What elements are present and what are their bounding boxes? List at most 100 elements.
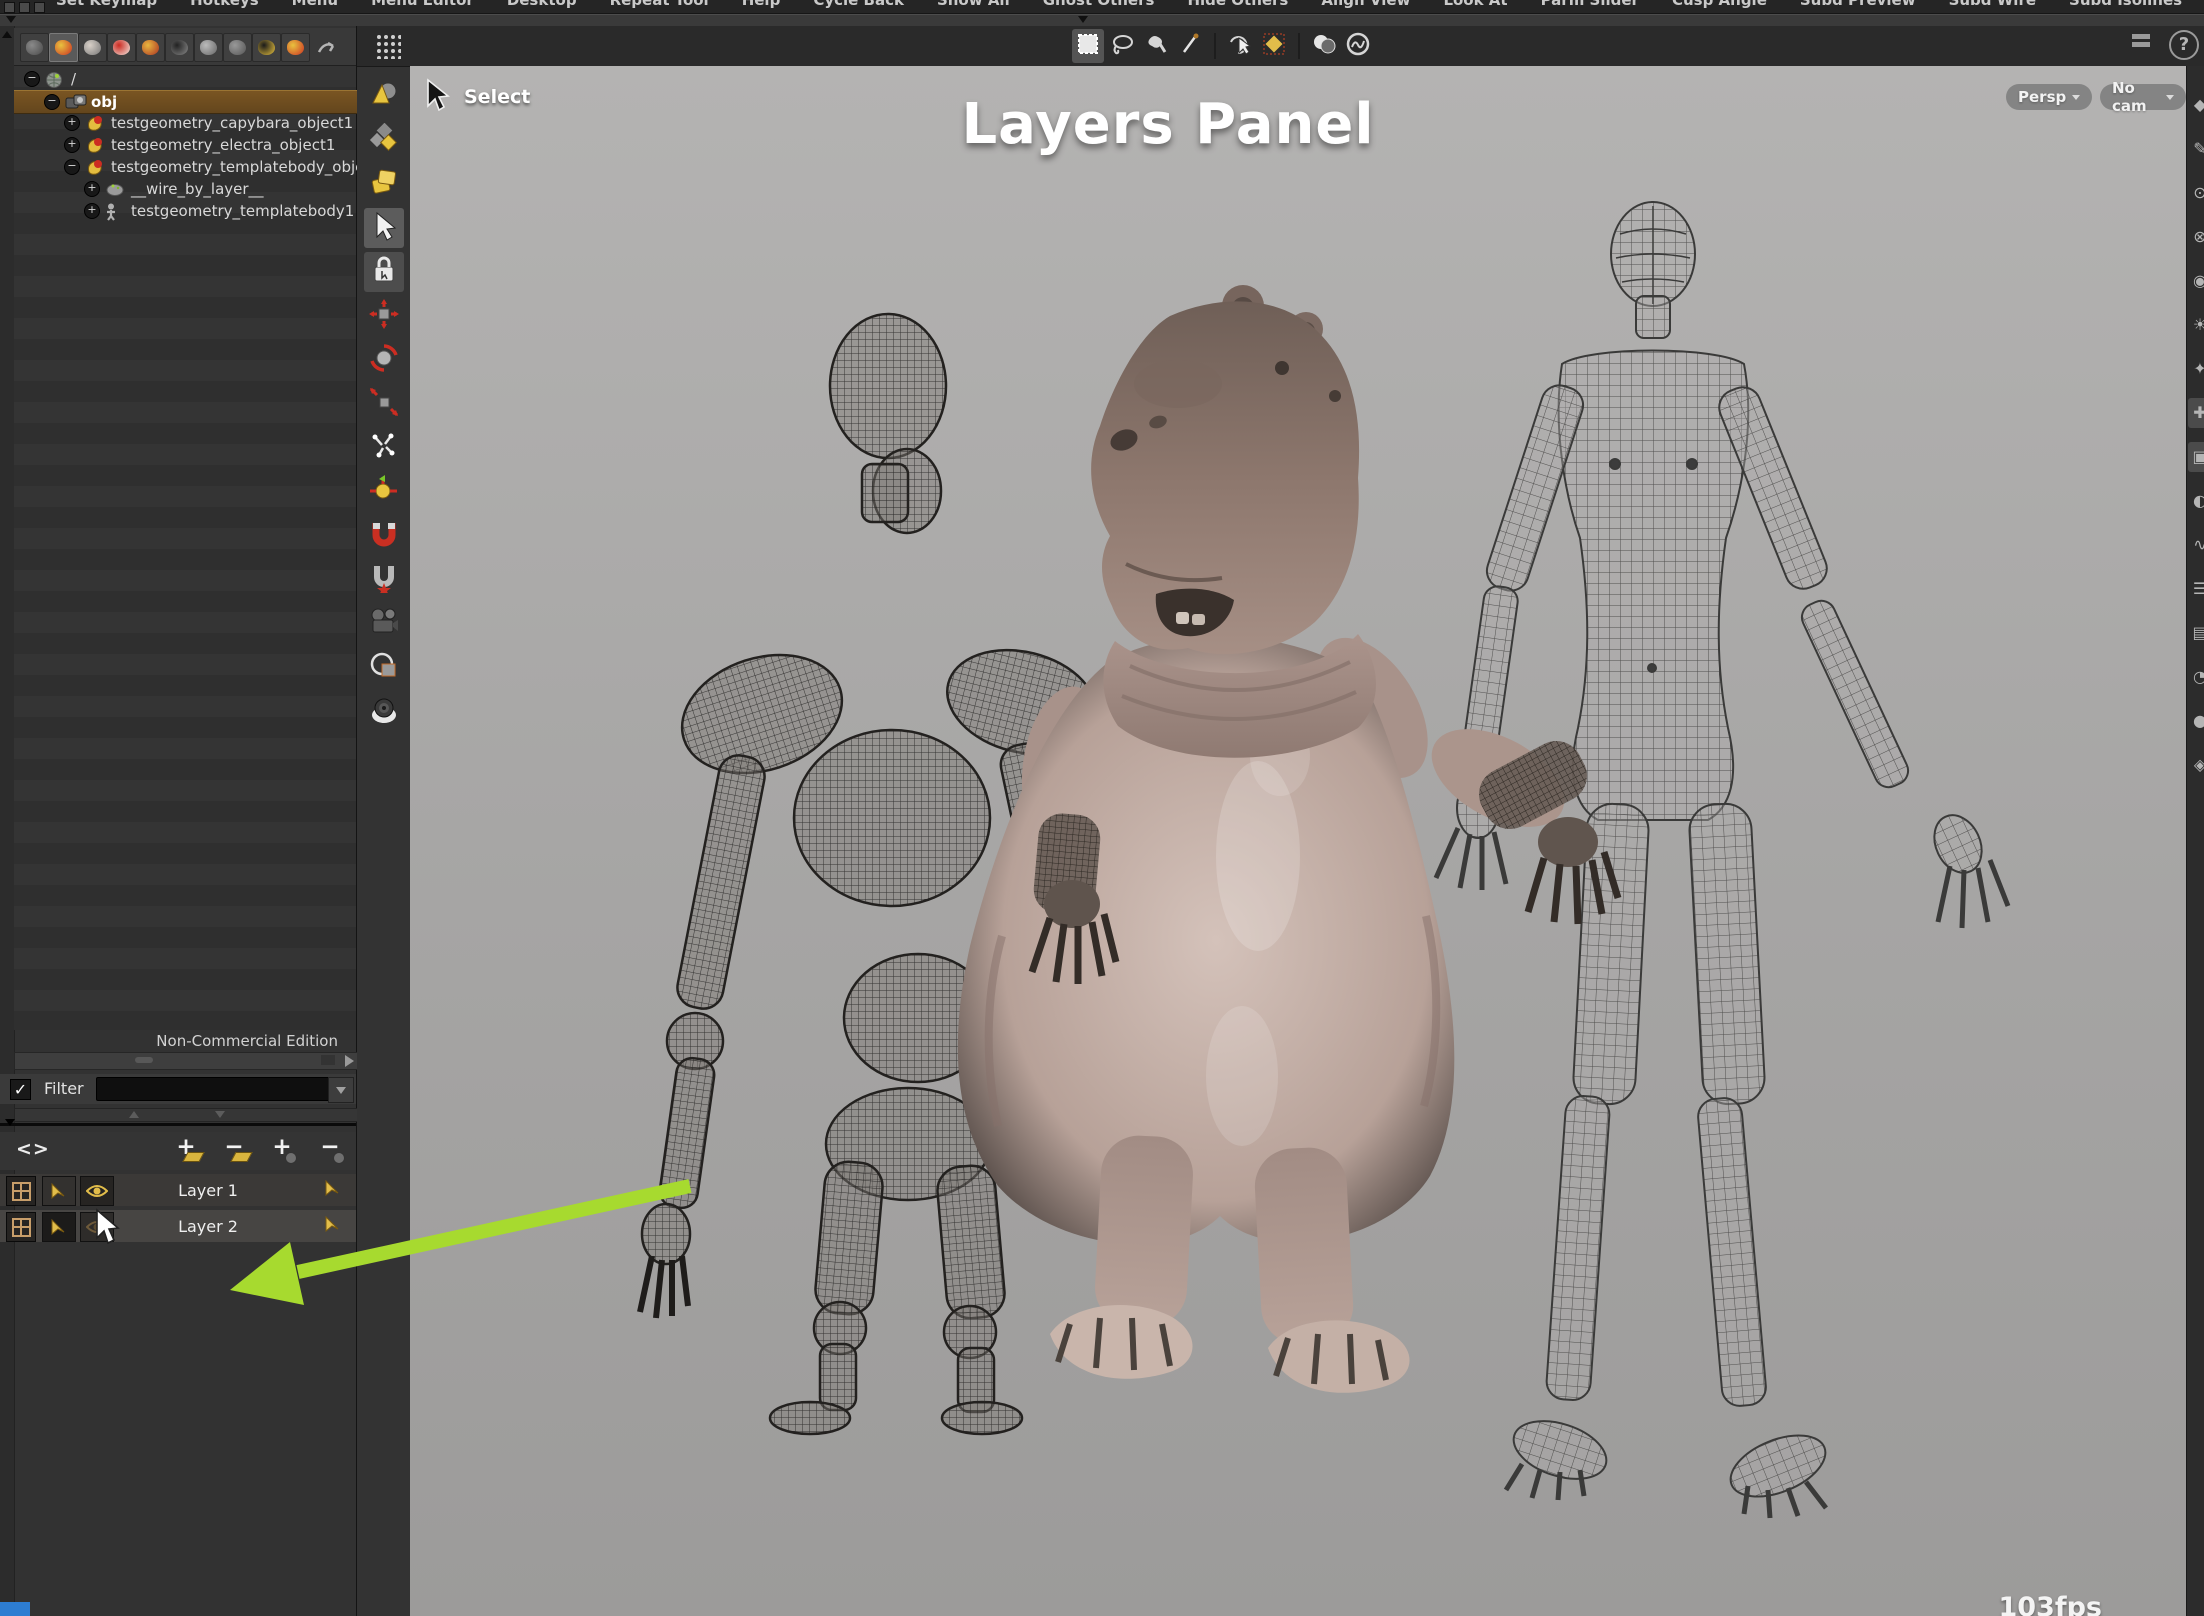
wire-mode-button[interactable] [1342,29,1374,63]
menu-item-look-at[interactable]: Look At [1443,0,1507,9]
display-option-14-icon[interactable]: ● [2188,706,2204,736]
mini-scrollbar[interactable] [14,1108,358,1122]
tree-row-[interactable]: −/ [14,68,366,90]
display-option-11-icon[interactable]: ☰ [2188,574,2204,604]
display-option-6-icon[interactable]: ✦ [2188,354,2204,384]
viewport-3d[interactable]: Select Layers Panel Persp No cam 103fps [410,66,2186,1616]
remove-item-button[interactable]: − [312,1134,348,1166]
snap-mode-button[interactable] [1258,29,1290,63]
menu-item-set-keymap[interactable]: Set Keymap [56,0,157,9]
handle-tool[interactable] [364,76,404,116]
menu-item-hotkeys[interactable]: Hotkeys [190,0,258,9]
menu-item-cusp-angle[interactable]: Cusp Angle [1672,0,1767,9]
filter-input[interactable] [96,1077,332,1101]
filter-dropdown-button[interactable] [328,1077,354,1103]
layer-grid-button[interactable] [6,1176,36,1206]
layer-visibility-toggle[interactable] [80,1176,114,1206]
shelf-tool-shirt[interactable] [136,33,165,62]
pane-menu-caret-icon[interactable] [1078,16,1088,23]
menu-item-hide-others[interactable]: Hide Others [1187,0,1288,9]
layer-boxes-tool[interactable] [364,164,404,204]
display-option-5-icon[interactable]: ☀ [2188,310,2204,340]
menu-item-menu-editor[interactable]: Menu Editor [371,0,474,9]
menu-item-parm-slider[interactable]: Parm Slider [1541,0,1639,9]
snap-magnet-on[interactable] [364,516,404,556]
layer-grid-button[interactable] [6,1212,36,1242]
scroll-up-icon[interactable] [129,1111,139,1118]
shelf-tool-shader-ball[interactable] [223,33,252,62]
tree-row-obj[interactable]: −obj [14,90,386,114]
expander-plus-icon[interactable]: + [64,137,80,153]
view-mask-tool[interactable] [364,648,404,688]
scrollbar-knob[interactable] [135,1057,153,1063]
menu-item-repeat-tool[interactable]: Repeat Tool [610,0,709,9]
layer-expand-arrow-icon[interactable] [324,1216,342,1236]
tree-row-testgeometry-templatebody-object1[interactable]: −testgeometry_templatebody_object1 [14,156,406,178]
box-select-button[interactable] [1072,29,1104,63]
display-option-10-icon[interactable]: ∿ [2188,530,2204,560]
display-option-0-icon[interactable]: ◆ [2188,90,2204,120]
menu-item-align-view[interactable]: Align View [1321,0,1410,9]
perspective-selector[interactable]: Persp [2006,84,2092,110]
shelf-tool-top-hat[interactable] [252,33,281,62]
capybara-model[interactable] [958,285,1618,1393]
scroll-right-icon[interactable] [345,1055,354,1067]
menu-item-menu[interactable]: Menu [292,0,338,9]
display-option-3-icon[interactable]: ⊗ [2188,222,2204,252]
add-layer-button[interactable]: + [168,1134,204,1166]
expander-minus-icon[interactable]: − [44,94,60,110]
menu-item-cycle-back[interactable]: Cycle Back [813,0,904,9]
select-arrow-tool[interactable] [364,208,404,248]
expander-minus-icon[interactable]: − [24,71,40,87]
translate-tool[interactable] [364,296,404,336]
display-option-13-icon[interactable]: ◔ [2188,662,2204,692]
pointer-select-button[interactable] [1224,29,1256,63]
expander-plus-icon[interactable]: + [64,115,80,131]
menu-item-desktop[interactable]: Desktop [507,0,577,9]
laser-select-button[interactable] [1174,29,1206,63]
human-wireframe-model[interactable] [1436,202,2008,1518]
shelf-tool-squab[interactable] [194,33,223,62]
horizontal-scrollbar[interactable] [14,1052,358,1070]
help-icon[interactable]: ? [2169,30,2199,60]
scale-tool[interactable] [364,384,404,424]
display-option-2-icon[interactable]: ⊙ [2188,178,2204,208]
layer-select-button[interactable] [42,1176,76,1206]
lasso-select-button[interactable] [1106,29,1138,63]
shelf-tool-torus[interactable] [165,33,194,62]
code-view-toggle[interactable]: <> [16,1138,50,1160]
pose-transform-tool[interactable] [364,472,404,512]
scrollbar-button[interactable] [321,1055,335,1065]
menu-item-subd-wire[interactable]: Subd Wire [1949,0,2036,9]
rotate-tool[interactable] [364,340,404,380]
bones-tool[interactable] [364,428,404,468]
display-option-7-icon[interactable]: ✚ [2188,398,2204,428]
display-option-8-icon[interactable]: ▣ [2188,442,2204,472]
display-option-1-icon[interactable]: ✎ [2188,134,2204,164]
shelf-tool-bone[interactable] [78,33,107,62]
display-option-9-icon[interactable]: ◐ [2188,486,2204,516]
shade-mode-button[interactable] [1308,29,1340,63]
layer-row-layer-2[interactable]: Layer 2 [0,1210,356,1242]
add-item-button[interactable]: + [264,1134,300,1166]
shelf-tool-crag[interactable] [281,33,310,62]
filter-checkbox[interactable]: ✓ [10,1079,31,1100]
menu-item-subd-preview[interactable]: Subd Preview [1800,0,1916,9]
lens-tool[interactable] [364,692,404,732]
layer-select-button[interactable] [42,1212,76,1242]
tree-row-testgeometry-capybara-object1[interactable]: +testgeometry_capybara_object1 [14,112,406,134]
display-option-12-icon[interactable]: ▤ [2188,618,2204,648]
snap-magnet-star[interactable] [364,560,404,600]
brush-select-button[interactable] [1140,29,1172,63]
camera-tool[interactable] [364,604,404,644]
divider-caret-icon[interactable] [5,1119,15,1126]
expander-minus-icon[interactable]: − [64,159,80,175]
camera-selector[interactable]: No cam [2100,84,2186,110]
expander-plus-icon[interactable]: + [84,203,100,219]
menu-item-ghost-others[interactable]: Ghost Others [1043,0,1155,9]
display-option-4-icon[interactable]: ◉ [2188,266,2204,296]
dots-grid-icon[interactable] [375,33,401,59]
shelf-tool-pig-head[interactable] [107,33,136,62]
shelf-tool-test-figure[interactable] [20,33,49,62]
scroll-up-icon[interactable] [2,31,12,38]
